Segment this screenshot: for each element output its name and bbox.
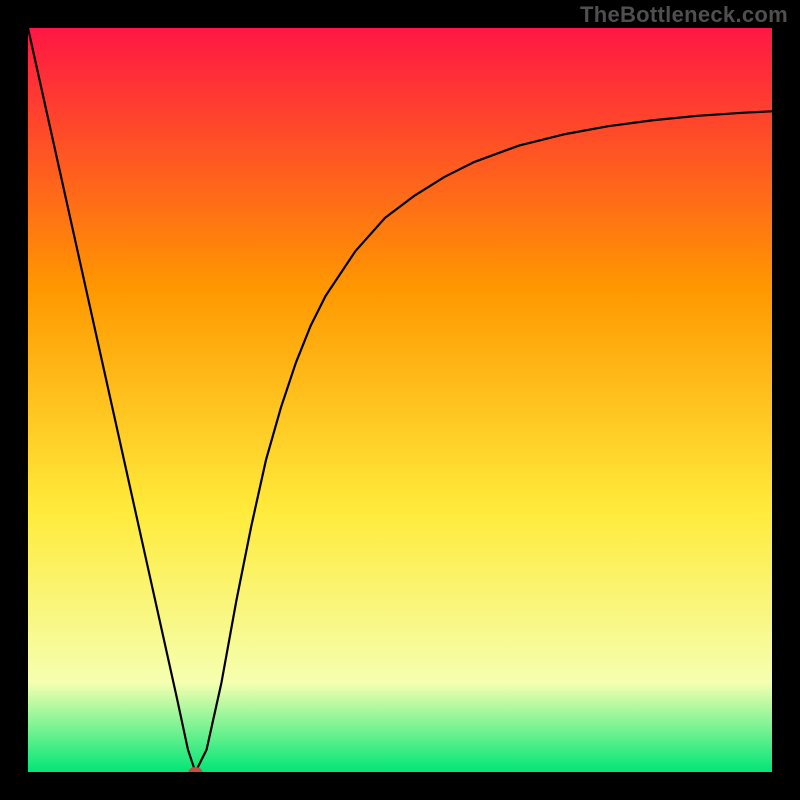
chart-svg bbox=[28, 28, 772, 772]
chart-frame: TheBottleneck.com bbox=[0, 0, 800, 800]
watermark-label: TheBottleneck.com bbox=[580, 2, 788, 28]
plot-area bbox=[28, 28, 772, 772]
gradient-backdrop bbox=[28, 28, 772, 772]
